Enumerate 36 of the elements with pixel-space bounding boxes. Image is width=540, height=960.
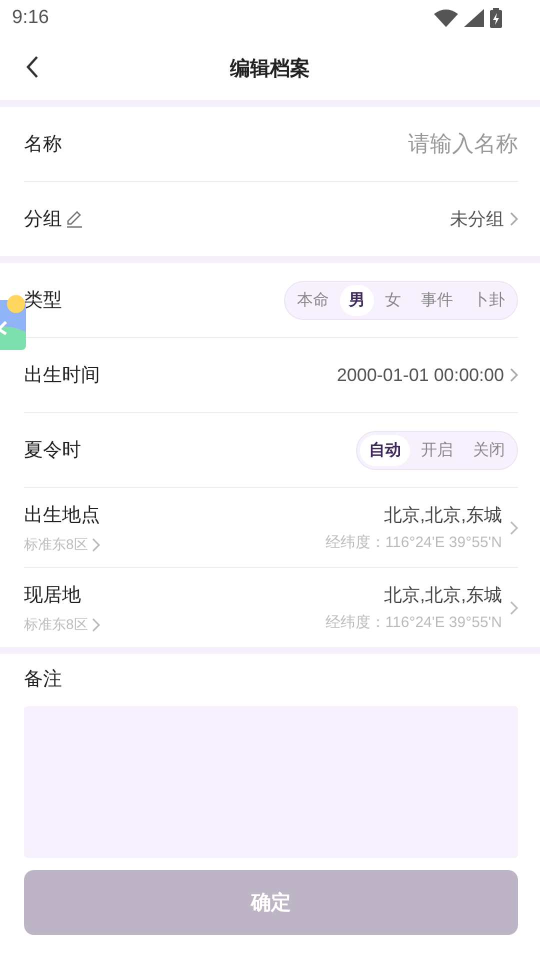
segment-option[interactable]: 开启 <box>412 434 462 466</box>
location-picker[interactable]: 北京,北京,东城 经纬度：116°24'E 39°55'N <box>325 583 518 632</box>
timezone-link[interactable]: 标准东8区 <box>24 616 100 634</box>
name-input[interactable]: 请输入名称 <box>298 131 518 157</box>
battery-icon <box>490 8 502 28</box>
field-label: 类型 <box>24 289 62 313</box>
chevron-right-icon <box>510 600 518 614</box>
field-label: 出生时间 <box>24 364 100 388</box>
pencil-icon[interactable] <box>65 210 83 228</box>
chevron-right-icon <box>510 520 518 534</box>
field-label: 备注 <box>24 668 63 692</box>
segment-option[interactable]: 自动 <box>360 434 410 466</box>
chevron-right-icon <box>92 618 100 632</box>
segment-option[interactable]: 事件 <box>412 284 462 316</box>
value-picker[interactable]: 未分组 <box>450 207 518 231</box>
wifi-icon <box>434 9 458 27</box>
segment-option[interactable]: 卜卦 <box>464 284 514 316</box>
signal-icon <box>464 9 484 27</box>
field-label: 出生地点 <box>24 504 100 528</box>
back-icon <box>26 56 38 78</box>
field-label: 现居地 <box>24 584 82 608</box>
field-label: 夏令时 <box>24 439 81 463</box>
chevron-right-icon <box>510 368 518 382</box>
segment-option[interactable]: 男 <box>340 284 374 316</box>
status-time: 9:16 <box>12 7 49 29</box>
chevron-right-icon <box>510 212 518 226</box>
page-title: 编辑档案 <box>230 56 310 82</box>
segment-option[interactable]: 关闭 <box>464 434 514 466</box>
location-picker[interactable]: 北京,北京,东城 经纬度：116°24'E 39°55'N <box>325 503 518 552</box>
value-picker[interactable]: 2000-01-01 00:00:00 <box>336 364 518 386</box>
segment-option[interactable]: 本命 <box>288 284 338 316</box>
segment-option[interactable]: 女 <box>376 284 410 316</box>
chevron-right-icon <box>92 538 100 552</box>
field-label: 名称 <box>24 133 62 157</box>
timezone-link[interactable]: 标准东8区 <box>24 536 100 554</box>
field-label: 分组 <box>24 208 62 232</box>
